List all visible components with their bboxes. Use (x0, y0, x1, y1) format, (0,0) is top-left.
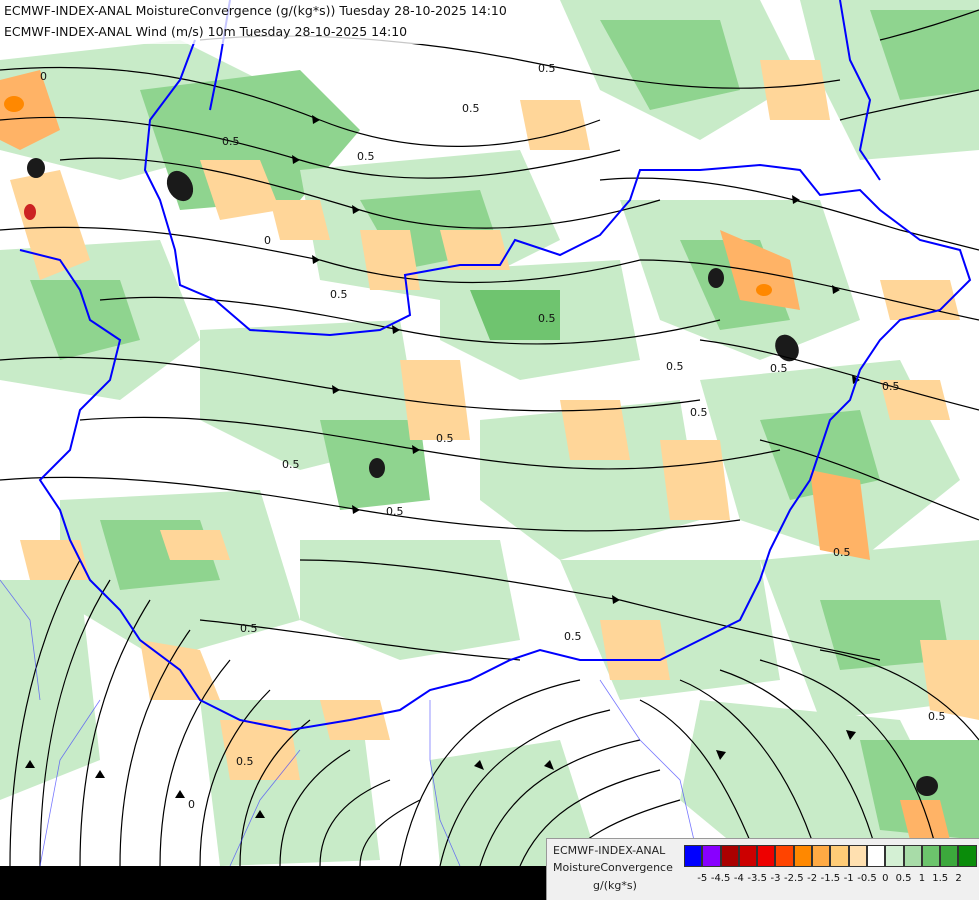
legend-swatch (812, 845, 831, 867)
legend-tick-label: -1 (843, 873, 854, 884)
legend-tick-label: -4 (733, 873, 744, 884)
legend-tick-label: -4.5 (710, 873, 731, 884)
legend-tick-label: -5 (697, 873, 708, 884)
legend-swatch (940, 845, 959, 867)
legend-tick-label: -3.5 (747, 873, 767, 884)
contour-label: 0.5 (770, 362, 788, 375)
legend-swatch (757, 845, 776, 867)
legend-tick-label: 0 (882, 873, 889, 884)
legend-units: g/(kg*s) (593, 879, 637, 892)
weather-map: 0.5 0 0.5 0.5 0.5 0 0.5 0.5 0.5 0.5 0 0.… (0, 0, 979, 900)
contour-label: 0 (188, 798, 195, 811)
contour-label: 0.5 (240, 622, 258, 635)
legend-swatch (921, 845, 941, 867)
contour-label: 0.5 (666, 360, 684, 373)
legend-swatch (702, 845, 721, 867)
legend-variable: MoistureConvergence (553, 861, 673, 874)
title-moisture: ECMWF-INDEX-ANAL MoistureConvergence (g/… (4, 3, 507, 18)
contour-label: 0.5 (330, 288, 348, 301)
contour-labels: 0.5 0 0.5 0.5 0.5 0 0.5 0.5 0.5 0.5 0 0.… (40, 62, 946, 811)
contour-label: 0 (40, 70, 47, 83)
contour-label: 0.5 (282, 458, 300, 471)
contour-label: 0 (264, 234, 271, 247)
contour-label: 0.5 (928, 710, 946, 723)
legend-swatch (848, 845, 867, 867)
contour-label: 0.5 (538, 312, 556, 325)
title-panel: ECMWF-INDEX-ANAL MoistureConvergence (g/… (0, 0, 545, 44)
legend-tick-label: 0.5 (895, 873, 912, 884)
contour-label: 0.5 (436, 432, 454, 445)
colorbar-legend: ECMWF-INDEX-ANAL MoistureConvergence g/(… (546, 838, 979, 900)
contour-label: 0.5 (386, 505, 404, 518)
color-swatches (684, 845, 977, 867)
legend-swatch (885, 845, 904, 867)
contour-label: 0.5 (462, 102, 480, 115)
legend-tick-label: -2.5 (784, 873, 804, 884)
contour-label: 0.5 (882, 380, 900, 393)
legend-tick-label: 2 (955, 873, 962, 884)
legend-model: ECMWF-INDEX-ANAL (553, 844, 666, 857)
legend-tick-label: 1.5 (932, 873, 949, 884)
contour-label: 0.5 (538, 62, 556, 75)
contour-label: 0.5 (357, 150, 375, 163)
contour-label: 0.5 (690, 406, 708, 419)
contour-label: 0.5 (833, 546, 851, 559)
contour-label: 0.5 (564, 630, 582, 643)
legend-swatch (684, 845, 703, 867)
legend-swatch (775, 845, 794, 867)
legend-swatch (830, 845, 849, 867)
contour-label: 0.5 (222, 135, 240, 148)
legend-swatch (903, 845, 922, 867)
legend-swatch (866, 845, 886, 867)
legend-tick-label: -3 (770, 873, 781, 884)
contour-label: 0.5 (236, 755, 254, 768)
legend-swatch (720, 845, 739, 867)
legend-swatch (793, 845, 813, 867)
tick-labels: -5 -4.5 -4 -3.5 -3 -2.5 -2 -1.5 -1 -0.5 0 0.5 1 1.5 2 (684, 873, 976, 887)
title-wind: ECMWF-INDEX-ANAL Wind (m/s) 10m Tuesday … (4, 24, 408, 39)
legend-swatch (958, 845, 977, 867)
legend-tick-label: -0.5 (857, 873, 877, 884)
legend-swatch (738, 845, 758, 867)
legend-tick-label: -2 (807, 873, 818, 884)
legend-tick-label: 1 (918, 873, 926, 884)
legend-tick-label: -1.5 (820, 873, 841, 884)
